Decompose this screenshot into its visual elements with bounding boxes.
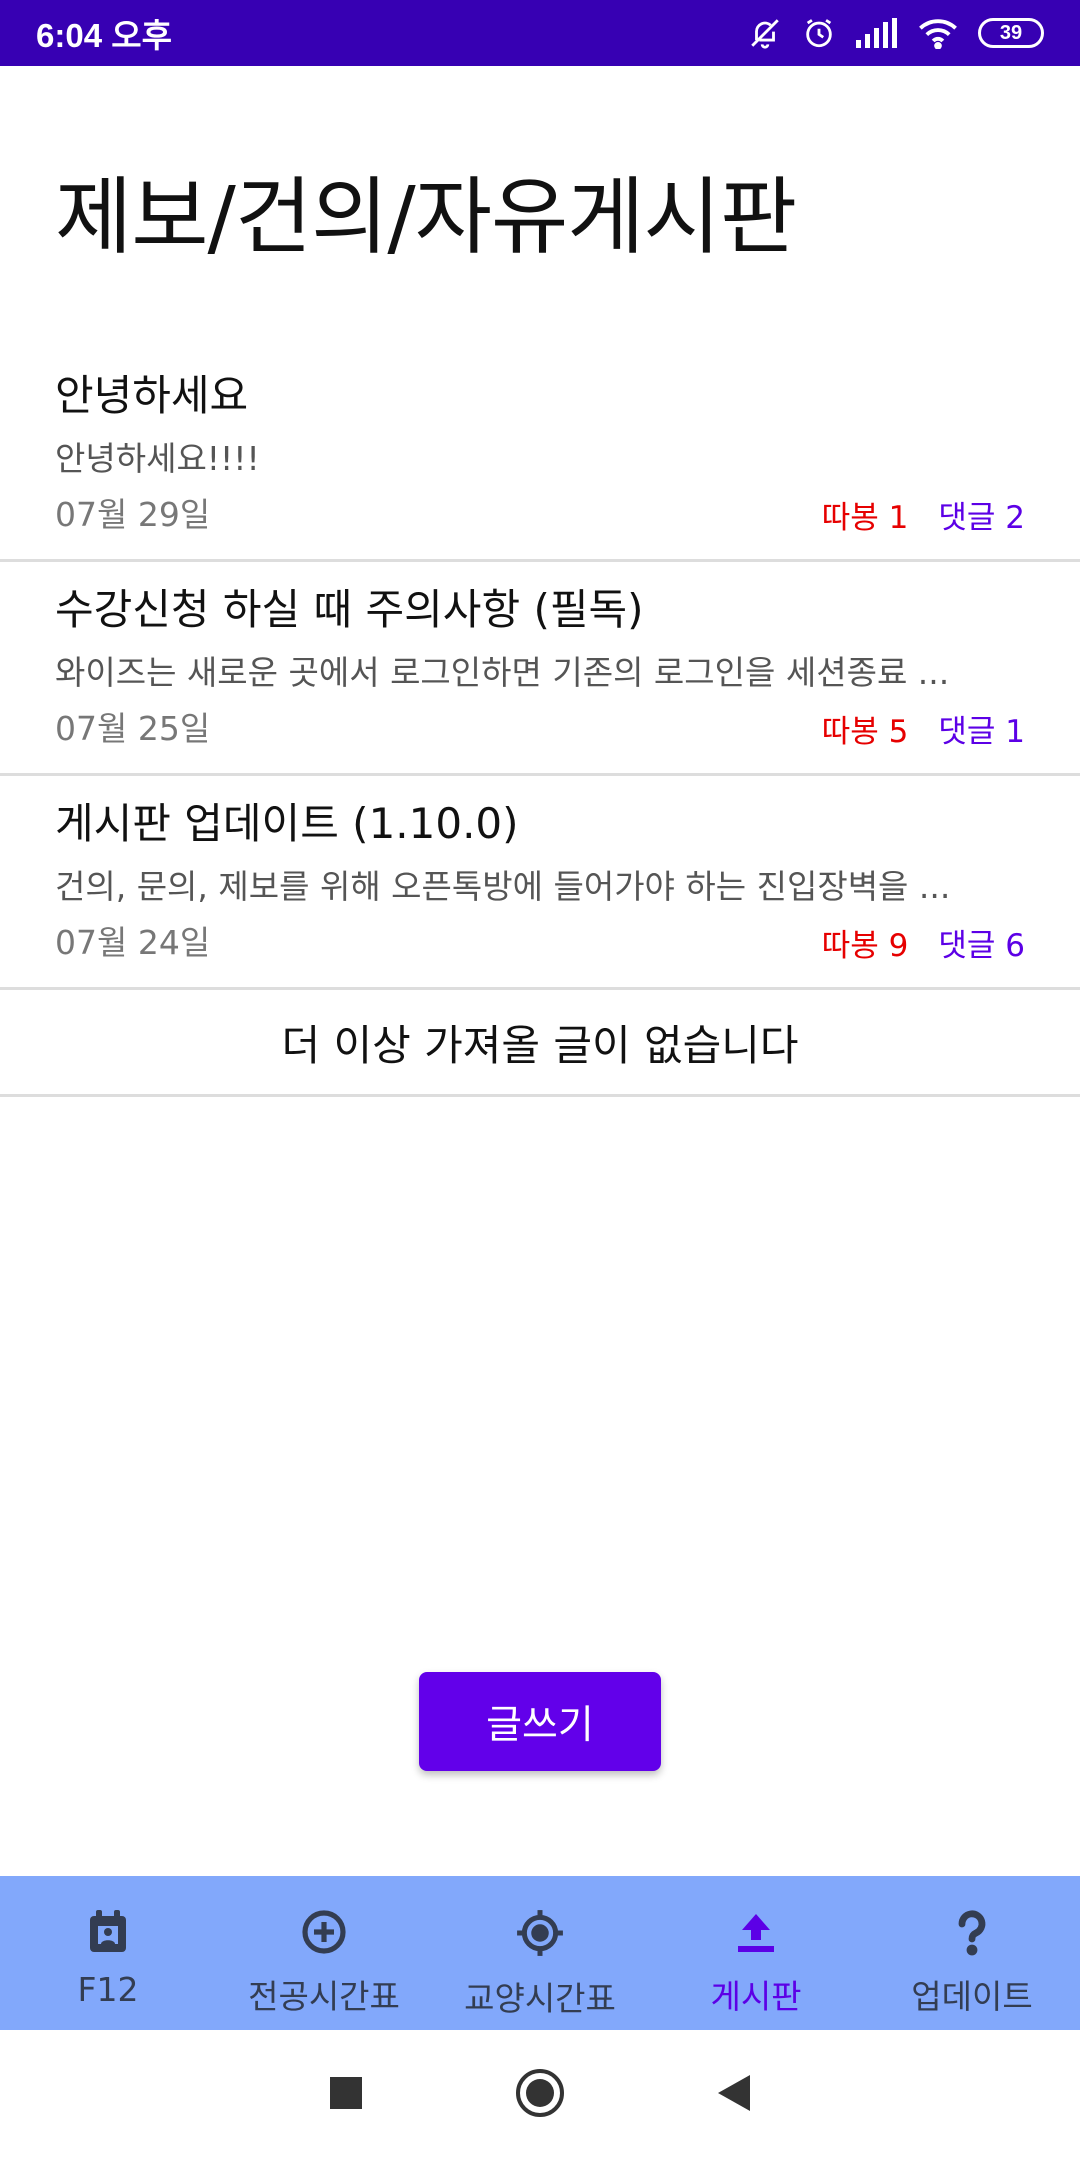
- ttabong-count: 따봉 1: [821, 500, 909, 536]
- status-icons: 39: [748, 16, 1044, 50]
- post-preview: 건의, 문의, 제보를 위해 오픈톡방에 들어가야 하는 진입장벽을 ...: [55, 867, 951, 906]
- comment-count: 댓글 1: [938, 714, 1025, 750]
- post-date: 07월 25일: [55, 709, 211, 748]
- alarm-icon: [802, 16, 836, 50]
- ttabong-count: 따봉 9: [821, 928, 909, 964]
- nav-label: 게시판: [710, 1977, 802, 2016]
- status-time: 6:04 오후: [36, 17, 172, 54]
- nav-item-major-timetable[interactable]: 전공시간표: [216, 1876, 432, 2030]
- post-meta: 따봉 1 댓글 2: [822, 492, 1025, 537]
- nav-item-f12[interactable]: F12: [0, 1876, 216, 2030]
- post-meta: 따봉 5 댓글 1: [822, 706, 1025, 751]
- post-preview: 와이즈는 새로운 곳에서 로그인하면 기존의 로그인을 세션종료 ...: [55, 653, 950, 692]
- bottom-nav: F12 전공시간표 교양시간표 게시판 업데이트: [0, 1876, 1080, 2030]
- post-list: 안녕하세요 안녕하세요!!!! 07월 29일 따봉 1 댓글 2 수강신청 하…: [0, 348, 1080, 1097]
- question-icon: [948, 1908, 996, 1956]
- post-title: 게시판 업데이트 (1.10.0): [55, 799, 519, 848]
- crosshair-icon: [515, 1908, 565, 1958]
- post-meta: 따봉 9 댓글 6: [822, 920, 1025, 965]
- page-title: 제보/건의/자유게시판: [55, 168, 797, 266]
- post-title: 수강신청 하실 때 주의사항 (필독): [55, 585, 644, 634]
- nav-label: F12: [77, 1970, 139, 2009]
- nav-label: 전공시간표: [248, 1977, 400, 2016]
- nav-item-liberal-timetable[interactable]: 교양시간표: [432, 1876, 648, 2030]
- list-end-message: 더 이상 가져올 글이 없습니다: [0, 990, 1080, 1097]
- nav-label: 교양시간표: [464, 1979, 616, 2018]
- nav-item-board[interactable]: 게시판: [648, 1876, 864, 2030]
- ttabong-count: 따봉 5: [821, 714, 909, 750]
- nav-label: 업데이트: [911, 1977, 1033, 2016]
- nav-item-update[interactable]: 업데이트: [864, 1876, 1080, 2030]
- post-preview: 안녕하세요!!!!: [55, 439, 260, 478]
- upload-icon: [731, 1908, 781, 1956]
- add-circle-icon: [300, 1908, 348, 1956]
- post-title: 안녕하세요: [55, 371, 249, 420]
- write-post-button[interactable]: 글쓰기: [419, 1672, 661, 1771]
- comment-count: 댓글 2: [938, 500, 1025, 536]
- battery-icon: 39: [978, 18, 1044, 48]
- post-item[interactable]: 안녕하세요 안녕하세요!!!! 07월 29일 따봉 1 댓글 2: [0, 348, 1080, 562]
- recents-icon[interactable]: [328, 2075, 364, 2115]
- comment-count: 댓글 6: [938, 928, 1025, 964]
- wifi-icon: [918, 17, 958, 49]
- status-bar: 6:04 오후 39: [0, 0, 1080, 66]
- signal-icon: [856, 18, 898, 48]
- back-icon[interactable]: [716, 2073, 752, 2117]
- post-date: 07월 24일: [55, 923, 211, 962]
- system-nav-bar: [0, 2030, 1080, 2160]
- mute-bell-icon: [748, 16, 782, 50]
- post-date: 07월 29일: [55, 495, 211, 534]
- post-item[interactable]: 수강신청 하실 때 주의사항 (필독) 와이즈는 새로운 곳에서 로그인하면 기…: [0, 562, 1080, 776]
- calendar-icon: [84, 1908, 132, 1956]
- home-icon[interactable]: [514, 2067, 566, 2123]
- post-item[interactable]: 게시판 업데이트 (1.10.0) 건의, 문의, 제보를 위해 오픈톡방에 들…: [0, 776, 1080, 990]
